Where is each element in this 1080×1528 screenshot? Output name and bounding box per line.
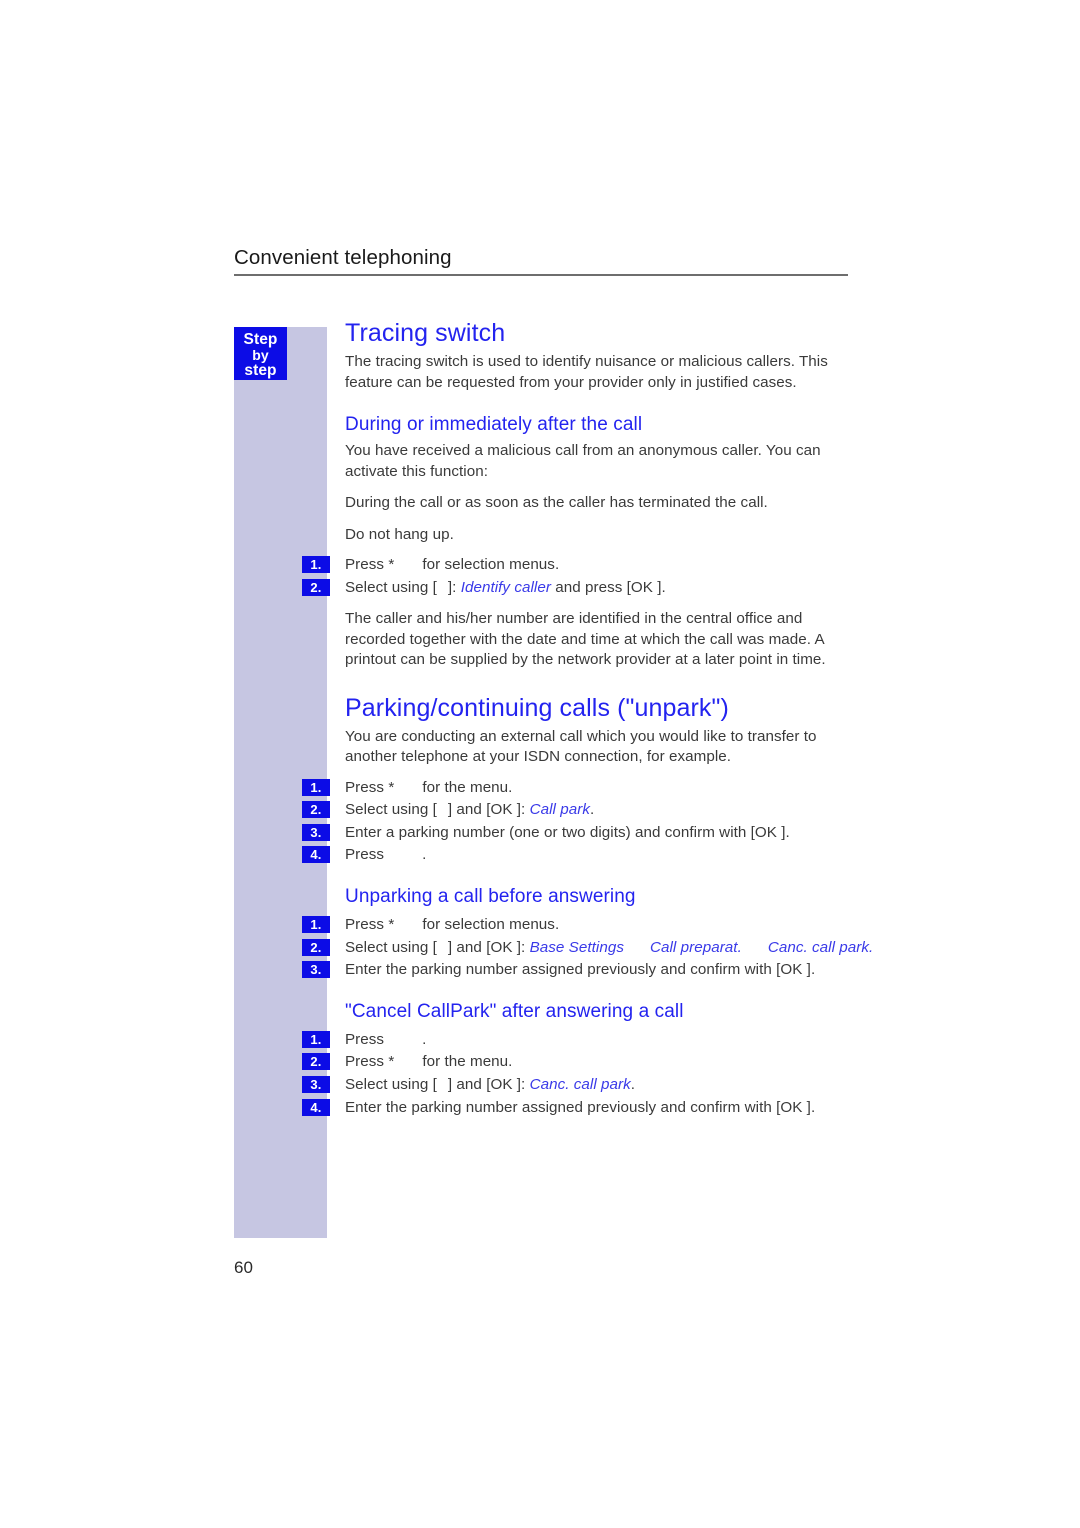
step-text: Enter the parking number assigned previo… [345, 1097, 850, 1119]
step-text: Enter the parking number assigned previo… [345, 959, 850, 981]
subsection-title-unparking-before-answering: Unparking a call before answering [345, 886, 636, 908]
step-text-post: for the menu. [422, 1053, 513, 1071]
page-number: 60 [234, 1258, 253, 1277]
step-text-pre: Press * [345, 916, 395, 934]
step-row: 2. Select using [ ] and [OK ]: Base Setti… [302, 937, 873, 959]
step-badge-line-2: by [252, 346, 269, 363]
step-text: Enter a parking number (one or two digit… [345, 822, 850, 844]
step-text-mid: ]: [447, 578, 461, 596]
step-text-post: . [630, 1076, 636, 1094]
step-text: Press * for selection menus. [345, 554, 850, 576]
step-text: Press. [345, 1029, 850, 1051]
step-text-post: for the menu. [422, 778, 513, 796]
step-row: 4. Press. [302, 844, 850, 866]
step-by-step-badge: Step by step [234, 327, 287, 380]
section-intro-tracing-switch: The tracing switch is used to identify n… [345, 353, 828, 391]
display-text: Base Settings [529, 938, 624, 956]
step-number-badge: 4. [302, 1098, 330, 1116]
step-badge-line-3: step [244, 362, 277, 379]
step-text-mid: ] and [OK ]: [447, 801, 530, 819]
step-number-badge: 1. [302, 778, 330, 796]
step-number-badge: 2. [302, 578, 330, 596]
running-header: Convenient telephoning [234, 246, 848, 276]
step-number-badge: 3. [302, 823, 330, 841]
step-text: Press * for the menu. [345, 1051, 850, 1073]
step-number-badge: 2. [302, 938, 330, 956]
step-number-badge: 2. [302, 1053, 330, 1071]
step-text-pre: Enter the parking number assigned previo… [345, 961, 816, 979]
subsection-paragraph-2: During the call or as soon as the caller… [345, 494, 768, 511]
step-text-post: for selection menus. [422, 556, 560, 573]
content-column: Tracing switch The tracing switch is use… [302, 318, 873, 1119]
step-text-post: for selection menus. [422, 916, 560, 934]
step-text-post: . [422, 1030, 427, 1048]
step-row: 2. Select using [ ] and [OK ]: Call park. [302, 799, 850, 821]
subsection-title-during-or-after-call: During or immediately after the call [345, 414, 643, 435]
step-row: 4. Enter the parking number assigned pre… [302, 1097, 850, 1119]
step-text-mid: ] and [OK ]: [447, 1076, 530, 1094]
step-text-pre: Press * [345, 556, 395, 573]
display-text: Identify caller [460, 578, 551, 596]
running-header-text: Convenient telephoning [234, 246, 452, 269]
subsection-trailing-paragraph: The caller and his/her number are identi… [345, 610, 826, 669]
step-text: Select using [ ] and [OK ]: Call park. [345, 799, 850, 821]
display-text: Canc. call park. [767, 938, 874, 956]
step-row: 1. Press * for selection menus. [302, 554, 850, 576]
display-text: Call park [529, 801, 590, 819]
step-row: 1. Press * for the menu. [302, 777, 850, 799]
step-text-pre: Press * [345, 778, 395, 796]
section-title-parking-continuing-calls: Parking/continuing calls ("unpark") [345, 693, 729, 722]
step-number-badge: 1. [302, 916, 330, 934]
step-number-badge: 1. [302, 556, 330, 573]
step-text-mid: ] and [OK ]: [447, 938, 530, 956]
step-text-pre: Select using [ [345, 578, 437, 596]
step-badge-line-1: Step [243, 331, 278, 348]
step-row: 3. Enter a parking number (one or two di… [302, 822, 850, 844]
step-number-badge: 4. [302, 846, 330, 864]
header-rule [234, 274, 848, 276]
section-title-tracing-switch: Tracing switch [345, 319, 506, 347]
step-text: Press. [345, 844, 850, 866]
document-page: Convenient telephoning Step by step Trac… [0, 0, 1080, 1528]
step-text-post: and press [OK ]. [550, 578, 666, 596]
section-intro-parking-continuing-calls: You are conducting an external call whic… [345, 727, 817, 766]
step-row: 3. Select using [ ] and [OK ]: Canc. call… [302, 1074, 850, 1096]
step-number-badge: 1. [302, 1030, 330, 1048]
step-text: Select using []: Identify caller and pre… [345, 577, 850, 599]
step-text: Press * for the menu. [345, 777, 850, 799]
step-text-pre: Select using [ [345, 1076, 437, 1094]
step-text: Press * for selection menus. [345, 914, 850, 936]
step-row: 1. Press. [302, 1029, 850, 1051]
step-text-pre: Enter the parking number assigned previo… [345, 1098, 816, 1116]
subsection-title-cancel-callpark: "Cancel CallPark" after answering a call [345, 1000, 684, 1022]
subsection-paragraph-1: You have received a malicious call from … [345, 442, 821, 480]
step-row: 2. Press * for the menu. [302, 1051, 850, 1073]
step-row: 2. Select using []: Identify caller and … [302, 577, 850, 599]
step-text: Select using [ ] and [OK ]: Canc. call pa… [345, 1074, 850, 1096]
step-text-pre: Select using [ [345, 938, 437, 956]
subsection-paragraph-3: Do not hang up. [345, 525, 454, 543]
display-text: Call preparat. [649, 938, 742, 956]
step-text-pre: Press * [345, 1053, 395, 1071]
step-text-post: . [589, 801, 595, 819]
step-row: 1. Press * for selection menus. [302, 914, 850, 936]
step-text-pre: Enter a parking number (one or two digit… [345, 823, 790, 841]
step-number-badge: 3. [302, 1076, 330, 1094]
step-text-post: . [422, 846, 427, 864]
display-text: Canc. call park [529, 1076, 631, 1094]
step-text-pre: Select using [ [345, 801, 437, 819]
step-text: Select using [ ] and [OK ]: Base Settings… [345, 937, 873, 959]
step-text-pre: Press [345, 846, 385, 864]
step-number-badge: 3. [302, 961, 330, 979]
step-text-pre: Press [345, 1030, 385, 1048]
step-row: 3. Enter the parking number assigned pre… [302, 959, 850, 981]
step-number-badge: 2. [302, 801, 330, 819]
